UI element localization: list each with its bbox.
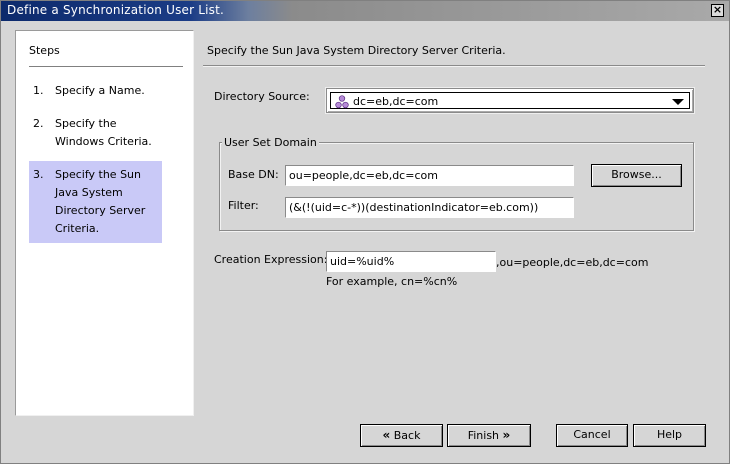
filter-field[interactable]: (&(!(uid=c-*))(destinationIndicator=eb.c… — [285, 197, 574, 218]
header-divider — [203, 65, 705, 67]
close-icon: × — [712, 3, 723, 16]
finish-button[interactable]: Finish » — [447, 424, 531, 447]
title-bar[interactable]: Define a Synchronization User List. × — [1, 1, 729, 21]
directory-source-label: Directory Source: — [214, 90, 310, 103]
steps-divider — [29, 66, 183, 67]
creation-expression-field[interactable]: uid=%uid% — [326, 251, 496, 272]
directory-source-select[interactable]: dc=eb,dc=com — [325, 87, 695, 114]
base-dn-field[interactable]: ou=people,dc=eb,dc=com — [285, 165, 574, 186]
step-label: Specify the Sun Java System Directory Se… — [55, 168, 146, 235]
step-number: 3. — [33, 168, 44, 181]
creation-expression-label: Creation Expression: — [214, 253, 328, 266]
dialog-window: Define a Synchronization User List. × St… — [0, 0, 730, 464]
step-specify-name: 1. Specify a Name. — [29, 82, 161, 104]
browse-button[interactable]: Browse... — [591, 164, 682, 187]
back-button[interactable]: « Back — [360, 424, 443, 447]
back-label: Back — [393, 429, 421, 442]
cancel-button[interactable]: Cancel — [556, 424, 628, 447]
chevron-down-icon[interactable] — [672, 99, 684, 105]
help-button[interactable]: Help — [633, 424, 706, 447]
steps-panel: Steps 1. Specify a Name. 2. Specify the … — [15, 30, 194, 416]
page-header: Specify the Sun Java System Directory Se… — [207, 44, 506, 57]
window-title: Define a Synchronization User List. — [7, 3, 225, 17]
chevron-left-icon: « — [382, 428, 391, 442]
base-dn-label: Base DN: — [228, 168, 279, 181]
directory-server-icon — [335, 95, 349, 109]
step-windows-criteria: 2. Specify the Windows Criteria. — [29, 115, 161, 155]
finish-label: Finish — [467, 429, 500, 442]
user-set-domain-title: User Set Domain — [222, 136, 319, 149]
creation-expression-suffix: ,ou=people,dc=eb,dc=com — [496, 256, 649, 269]
step-number: 2. — [33, 117, 44, 130]
step-number: 1. — [33, 84, 44, 97]
close-button[interactable]: × — [711, 4, 724, 17]
chevron-right-icon: » — [502, 428, 511, 442]
directory-source-value: dc=eb,dc=com — [353, 95, 439, 108]
step-label: Specify the Windows Criteria. — [55, 117, 152, 148]
creation-expression-hint: For example, cn=%cn% — [326, 275, 458, 288]
step-directory-server-criteria: 3. Specify the Sun Java System Directory… — [29, 161, 162, 243]
steps-title: Steps — [29, 44, 60, 57]
step-label: Specify a Name. — [55, 84, 145, 97]
filter-label: Filter: — [228, 199, 259, 212]
